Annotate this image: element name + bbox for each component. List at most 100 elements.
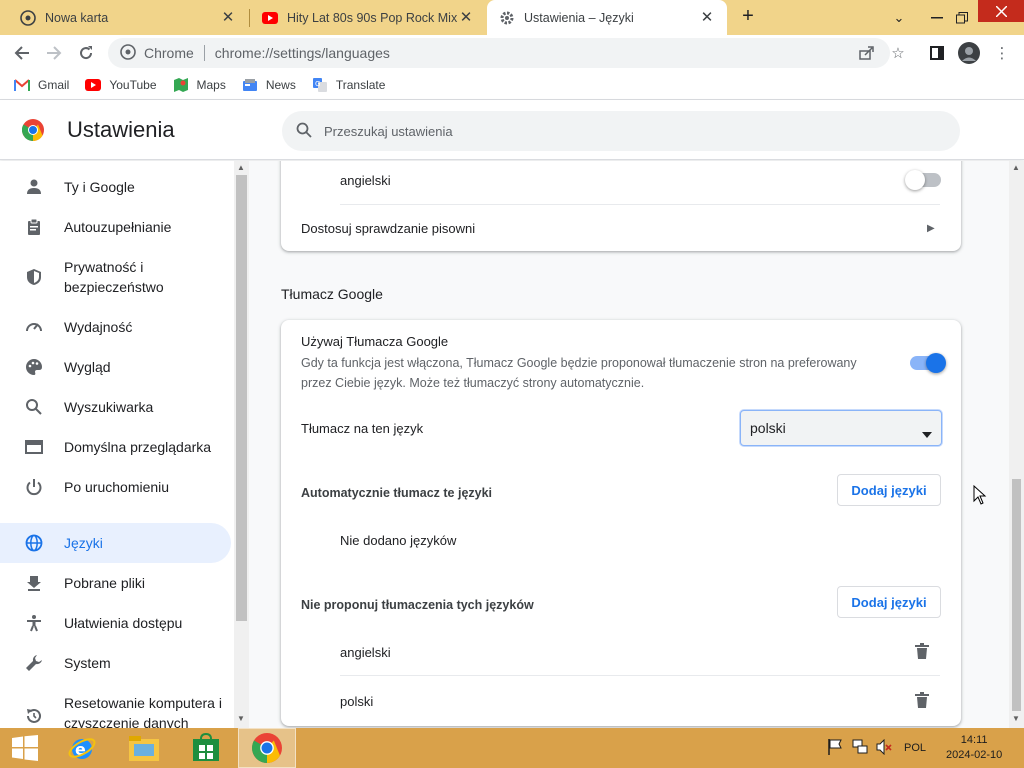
forward-arrow-icon[interactable]	[42, 41, 66, 65]
wrench-icon	[23, 652, 45, 674]
bookmark-star-icon[interactable]: ☆	[886, 41, 910, 65]
main-scrollbar[interactable]: ▲ ▼	[1009, 161, 1024, 728]
person-icon	[23, 176, 45, 198]
sidebar-scrollbar[interactable]: ▲ ▼	[234, 161, 249, 728]
add-auto-languages-button[interactable]: Dodaj języki	[837, 474, 941, 506]
never-translate-row: angielski	[281, 632, 961, 672]
bookmark-gmail[interactable]: Gmail	[14, 77, 69, 93]
trash-icon[interactable]	[915, 643, 929, 662]
trash-icon[interactable]	[915, 692, 929, 711]
site-label: Chrome	[144, 45, 194, 61]
close-window-button[interactable]	[978, 0, 1024, 22]
youtube-icon	[262, 10, 278, 26]
sidebar-item-search-engine[interactable]: Wyszukiwarka	[0, 395, 231, 419]
tab-settings-languages[interactable]: Ustawienia – Języki ✕	[487, 0, 727, 35]
windows-logo-icon	[12, 735, 38, 761]
add-never-languages-button[interactable]: Dodaj języki	[837, 586, 941, 618]
settings-sidebar: Ty i Google Autouzupełnianie Prywatność …	[0, 161, 234, 728]
sidebar-item-privacy[interactable]: Prywatność i bezpieczeństwo	[0, 255, 231, 299]
settings-header: Ustawienia Przeszukaj ustawienia	[0, 100, 1024, 160]
settings-search-input[interactable]: Przeszukaj ustawienia	[282, 111, 960, 151]
never-translate-title: Nie proponuj tłumaczenia tych języków	[301, 598, 534, 612]
network-icon[interactable]	[852, 739, 868, 758]
tab-new-tab[interactable]: Nowa karta ✕	[8, 0, 248, 35]
sidebar-item-appearance[interactable]: Wygląd	[0, 355, 231, 379]
restore-icon[interactable]	[952, 0, 972, 35]
translate-target-select[interactable]: polski	[740, 410, 942, 446]
tab-youtube[interactable]: Hity Lat 80s 90s Pop Rock Mix - YouTube …	[250, 0, 486, 35]
input-language[interactable]: POL	[904, 742, 926, 754]
news-icon	[242, 77, 258, 93]
menu-kebab-icon[interactable]: ⋮	[990, 41, 1014, 65]
profile-avatar-icon[interactable]	[957, 41, 981, 65]
power-icon	[23, 476, 45, 498]
scroll-up-arrow-icon[interactable]: ▲	[1012, 163, 1020, 172]
select-value: polski	[750, 420, 786, 436]
volume-muted-icon[interactable]	[876, 738, 892, 758]
auto-translate-empty: Nie dodano języków	[340, 533, 457, 548]
new-tab-button[interactable]: +	[736, 5, 760, 29]
address-bar[interactable]: Chrome chrome://settings/languages	[108, 38, 890, 68]
internet-explorer-taskbar[interactable]: e	[62, 728, 102, 768]
scroll-down-arrow-icon[interactable]: ▼	[237, 714, 245, 723]
scrollbar-thumb[interactable]	[236, 175, 247, 621]
sidebar-item-on-startup[interactable]: Po uruchomieniu	[0, 475, 231, 499]
tab-search-chevron-icon[interactable]: ⌄	[882, 0, 916, 35]
start-button[interactable]	[8, 728, 42, 768]
spellcheck-language-toggle[interactable]	[905, 170, 941, 190]
store-taskbar[interactable]	[186, 728, 226, 768]
side-panel-icon[interactable]	[925, 41, 949, 65]
close-icon[interactable]: ✕	[458, 9, 474, 26]
customize-spellcheck-label: Dostosuj sprawdzanie pisowni	[301, 220, 476, 236]
sidebar-item-label: Ty i Google	[64, 179, 135, 195]
tab-strip: Nowa karta ✕ Hity Lat 80s 90s Pop Rock M…	[0, 0, 1024, 35]
close-icon[interactable]: ✕	[220, 9, 236, 26]
sidebar-item-downloads[interactable]: Pobrane pliki	[0, 571, 231, 595]
customize-spellcheck-row[interactable]: Dostosuj sprawdzanie pisowni ▶	[281, 205, 961, 251]
reload-icon[interactable]	[74, 41, 98, 65]
scroll-up-arrow-icon[interactable]: ▲	[237, 163, 245, 172]
browser-icon	[23, 436, 45, 458]
shield-icon	[23, 266, 45, 288]
download-icon	[23, 572, 45, 594]
bookmarks-bar: Gmail YouTube Maps News G Translate	[0, 71, 1024, 100]
never-translate-language: angielski	[340, 644, 391, 660]
close-icon[interactable]: ✕	[699, 9, 715, 26]
bookmark-news[interactable]: News	[242, 77, 296, 93]
sidebar-item-default-browser[interactable]: Domyślna przeglądarka	[0, 435, 231, 459]
back-arrow-icon[interactable]	[10, 41, 34, 65]
bookmark-youtube[interactable]: YouTube	[85, 77, 157, 93]
maps-icon	[173, 77, 189, 93]
bookmark-maps[interactable]: Maps	[173, 77, 226, 93]
chevron-right-icon: ▶	[927, 222, 935, 234]
chrome-taskbar[interactable]	[238, 728, 296, 768]
mouse-cursor-icon	[973, 485, 987, 505]
sidebar-item-languages[interactable]: Języki	[0, 523, 231, 563]
url-text: chrome://settings/languages	[214, 45, 390, 61]
sidebar-item-reset[interactable]: Resetowanie komputera i czyszczenie dany…	[0, 691, 231, 728]
sidebar-item-label: Po uruchomieniu	[64, 479, 170, 495]
chrome-logo-icon	[252, 733, 282, 763]
sidebar-item-label: Wydajność	[64, 319, 133, 335]
sidebar-item-performance[interactable]: Wydajność	[0, 315, 231, 339]
clock[interactable]: 14:11 2024-02-10	[946, 733, 1002, 763]
sidebar-item-accessibility[interactable]: Ułatwienia dostępu	[0, 611, 231, 635]
use-translate-toggle[interactable]	[910, 353, 946, 373]
file-explorer-taskbar[interactable]	[124, 728, 164, 768]
search-placeholder: Przeszukaj ustawienia	[324, 123, 453, 139]
translate-target-label: Tłumacz na ten język	[301, 421, 424, 436]
bookmark-translate[interactable]: G Translate	[312, 77, 385, 93]
flag-icon[interactable]	[828, 738, 842, 758]
sidebar-item-label: Języki	[64, 535, 103, 551]
settings-gear-icon	[499, 10, 515, 26]
minimize-icon[interactable]	[930, 0, 944, 35]
scroll-down-arrow-icon[interactable]: ▼	[1012, 714, 1020, 723]
sidebar-item-you-and-google[interactable]: Ty i Google	[0, 175, 231, 199]
sidebar-item-label: Domyślna przeglądarka	[64, 439, 212, 455]
sidebar-item-autofill[interactable]: Autouzupełnianie	[0, 215, 231, 239]
scrollbar-thumb[interactable]	[1012, 479, 1021, 711]
share-icon[interactable]	[854, 41, 878, 65]
sidebar-item-label: Ułatwienia dostępu	[64, 615, 183, 631]
clock-time: 14:11	[960, 734, 988, 746]
sidebar-item-system[interactable]: System	[0, 651, 231, 675]
